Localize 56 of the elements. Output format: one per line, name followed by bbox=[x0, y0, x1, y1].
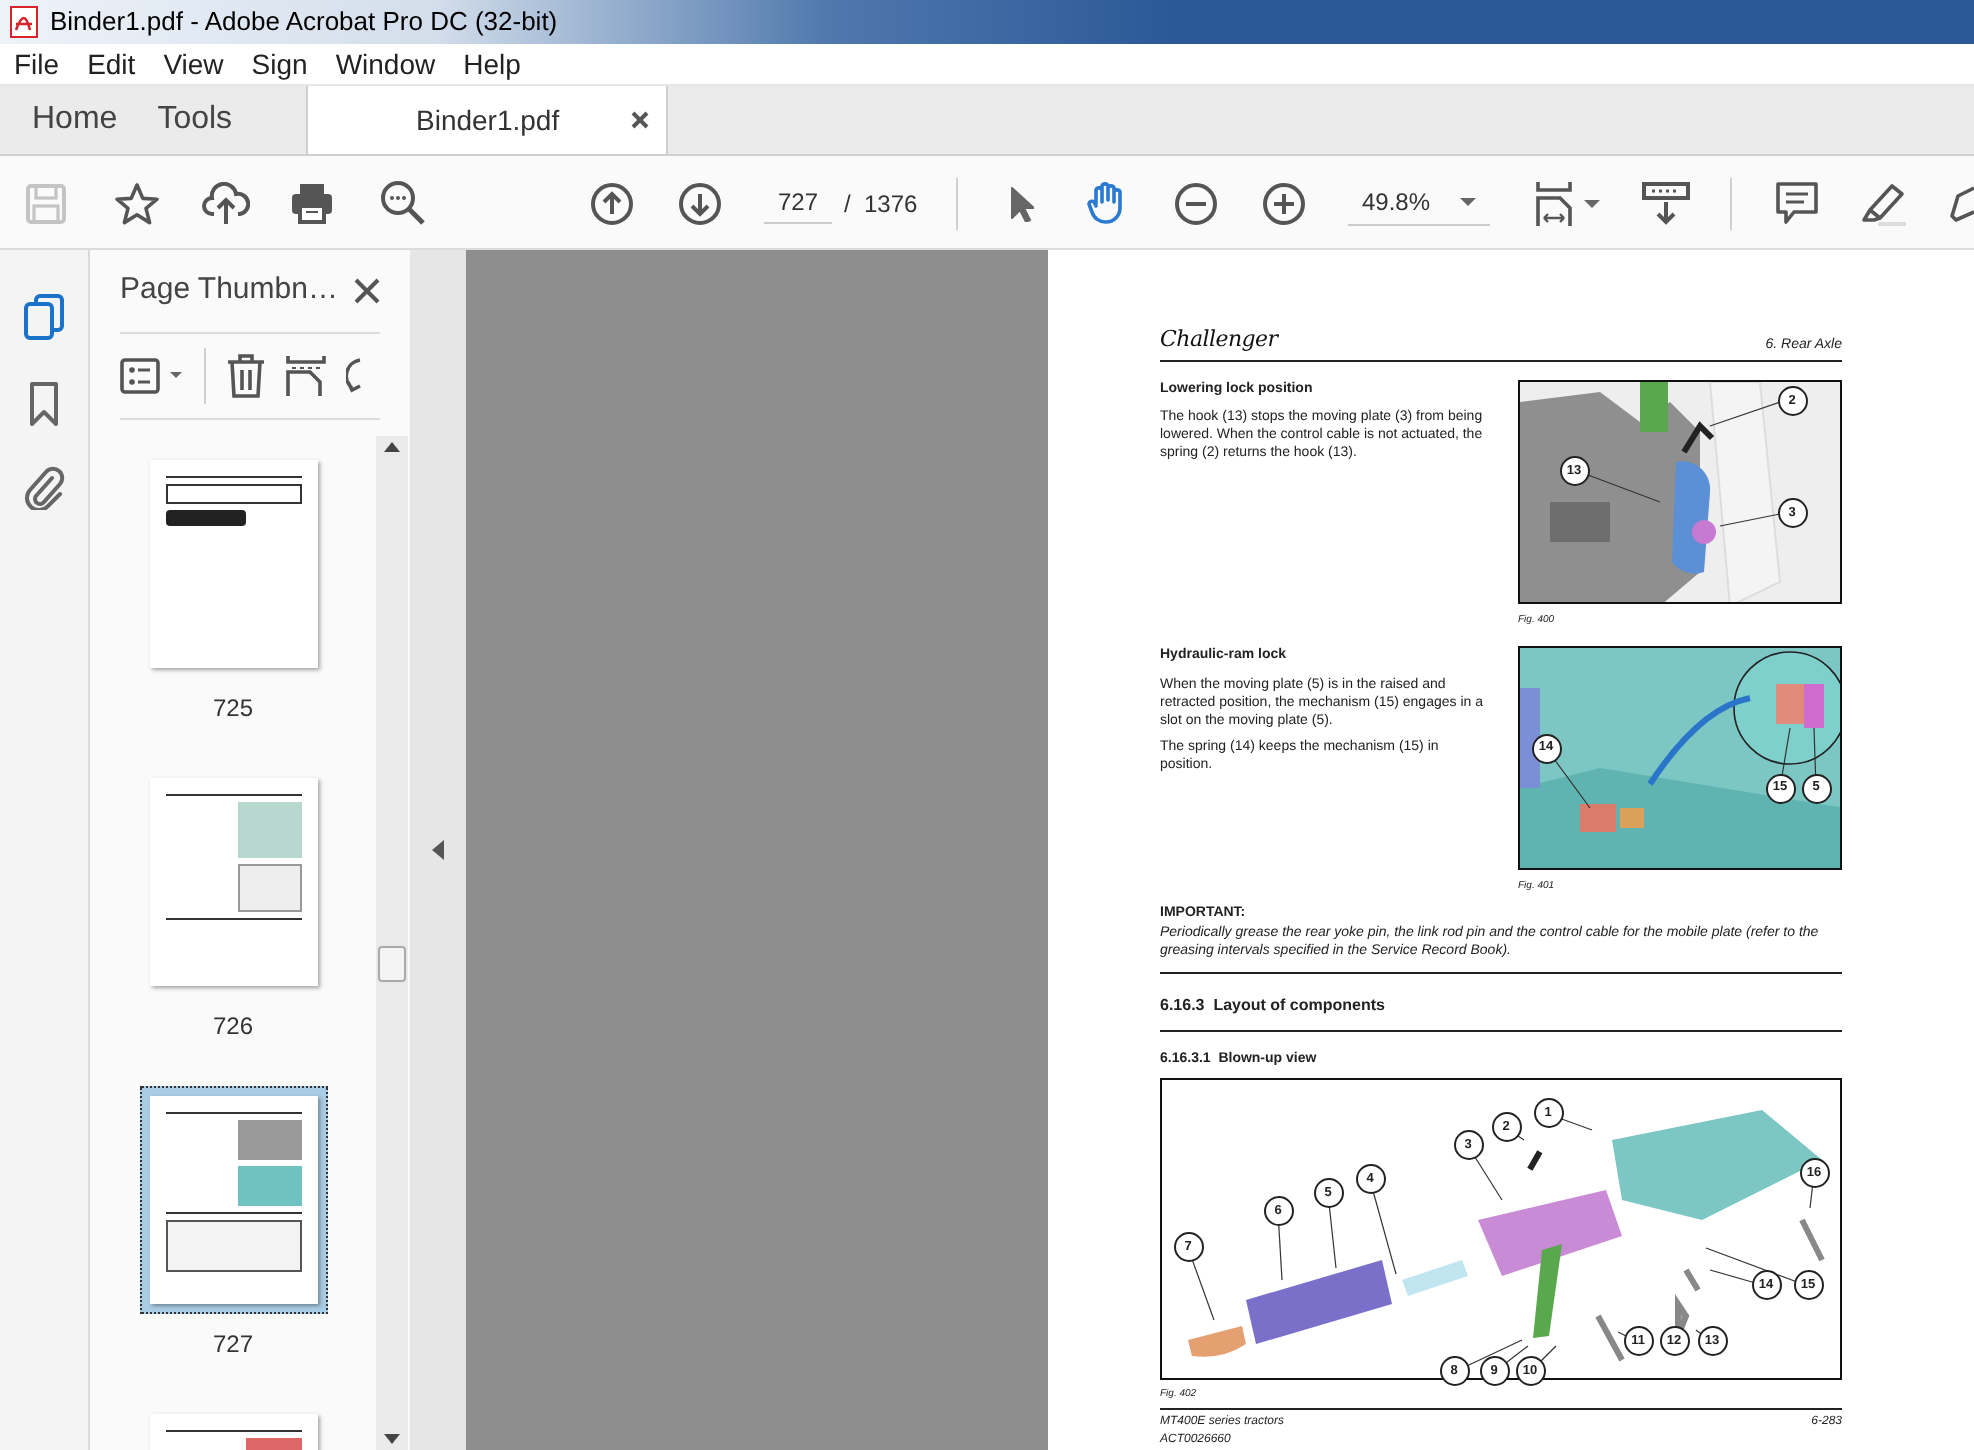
pen-icon[interactable] bbox=[1948, 183, 1974, 223]
page-total: 1376 bbox=[864, 188, 918, 222]
search-icon[interactable] bbox=[380, 180, 426, 226]
highlighter-icon[interactable] bbox=[1858, 181, 1906, 225]
close-icon[interactable] bbox=[354, 278, 380, 304]
pointer-icon[interactable] bbox=[1010, 185, 1034, 221]
menu-item[interactable]: View bbox=[155, 43, 232, 85]
hook-drawing bbox=[1188, 1325, 1246, 1356]
fit-page-icon[interactable] bbox=[1536, 179, 1600, 227]
brand-logo: Challenger bbox=[1160, 324, 1278, 356]
window-title: Binder1.pdf - Adobe Acrobat Pro DC (32-bit) bbox=[50, 4, 558, 41]
comment-icon[interactable] bbox=[1776, 181, 1818, 225]
printer-icon[interactable] bbox=[290, 182, 334, 224]
bookmark-icon[interactable] bbox=[28, 382, 60, 426]
menu-item[interactable]: File bbox=[6, 43, 68, 85]
scroll-down-icon[interactable] bbox=[384, 1434, 400, 1444]
page-separator: / bbox=[844, 188, 851, 222]
page-up-icon[interactable] bbox=[590, 181, 634, 225]
thumbnail-options-icon[interactable] bbox=[120, 358, 184, 394]
page-number-field[interactable]: 727 bbox=[764, 180, 832, 224]
menu-item[interactable]: Help bbox=[455, 43, 529, 85]
collapse-icon[interactable] bbox=[432, 840, 444, 860]
scroll-mode-icon[interactable] bbox=[1642, 181, 1690, 225]
panel-title: Page Thumbn… bbox=[120, 270, 338, 311]
upload-cloud-icon[interactable] bbox=[202, 181, 250, 225]
trash-icon[interactable] bbox=[226, 354, 266, 398]
scrollbar[interactable] bbox=[376, 436, 408, 1450]
spring-drawing bbox=[1527, 1149, 1543, 1170]
thumbnail-page[interactable] bbox=[149, 460, 317, 668]
menu-item[interactable]: Edit bbox=[79, 43, 144, 85]
page-label: 726 bbox=[212, 1010, 254, 1044]
rod-drawing bbox=[1402, 1259, 1468, 1295]
menu-item[interactable]: Sign bbox=[243, 43, 316, 85]
scroll-thumb[interactable] bbox=[378, 946, 406, 982]
tab[interactable]: Binder1.pdf bbox=[308, 86, 668, 154]
thumbnail-page[interactable] bbox=[149, 778, 317, 986]
menu-item[interactable]: Window bbox=[327, 43, 444, 85]
rotate-icon[interactable] bbox=[346, 356, 362, 396]
page-label: 725 bbox=[212, 692, 254, 726]
zoom-field[interactable]: 49.8% bbox=[1348, 180, 1490, 226]
zoom-value[interactable]: 49.8% bbox=[1362, 184, 1431, 220]
star-icon[interactable] bbox=[114, 181, 160, 225]
tab-label[interactable]: Binder1.pdf bbox=[416, 99, 560, 141]
close-icon[interactable] bbox=[630, 110, 650, 130]
scroll-up-icon[interactable] bbox=[384, 442, 400, 452]
pdf-icon bbox=[10, 6, 38, 38]
page-down-icon[interactable] bbox=[678, 181, 722, 225]
hand-icon[interactable] bbox=[1086, 180, 1128, 226]
zoom-out-icon[interactable] bbox=[1174, 181, 1218, 225]
paperclip-icon[interactable] bbox=[22, 466, 66, 510]
page-label: 727 bbox=[212, 1328, 254, 1362]
extract-pages-icon[interactable] bbox=[286, 354, 326, 398]
caret-icon[interactable] bbox=[1460, 198, 1476, 206]
pages-icon[interactable] bbox=[24, 294, 64, 342]
section-title: 6.16.3 Layout of components bbox=[1160, 996, 1385, 1014]
zoom-in-icon[interactable] bbox=[1262, 181, 1306, 225]
